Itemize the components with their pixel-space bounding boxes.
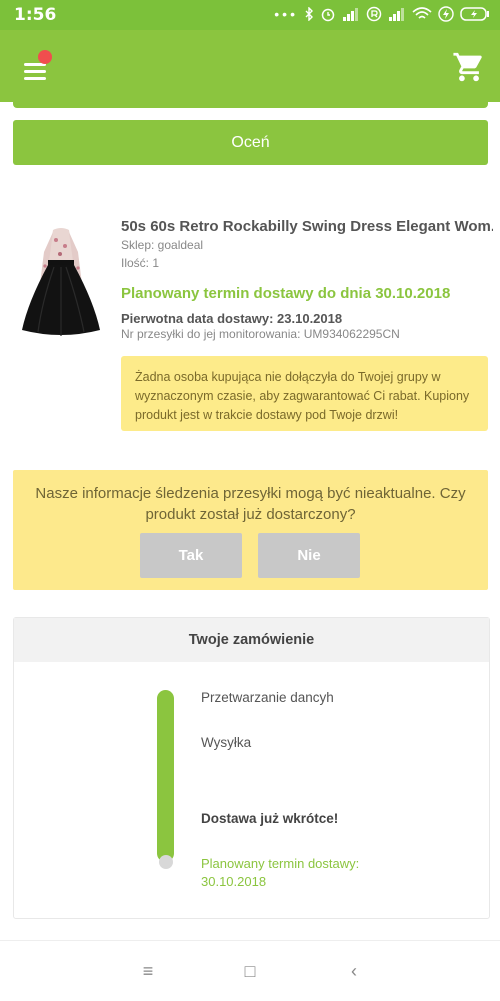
home-icon: □ bbox=[244, 961, 256, 981]
cart-button[interactable] bbox=[452, 50, 486, 84]
bluetooth-icon bbox=[305, 7, 313, 21]
menu-icon: ≡ bbox=[142, 961, 154, 981]
discount-info-text: Żadna osoba kupująca nie dołączyła do Tw… bbox=[135, 370, 470, 422]
product-title[interactable]: 50s 60s Retro Rockabilly Swing Dress Ele… bbox=[121, 218, 493, 235]
delivery-question-text: Nasze informacje śledzenia przesyłki mog… bbox=[35, 485, 466, 523]
registered-icon bbox=[366, 6, 382, 22]
wifi-icon bbox=[412, 7, 432, 19]
notification-dot bbox=[38, 50, 52, 64]
shop-name: Sklep: goaldeal bbox=[121, 238, 204, 252]
product-image[interactable] bbox=[20, 222, 102, 340]
timeline-progress bbox=[157, 690, 174, 862]
flash-icon bbox=[438, 6, 454, 22]
nav-menu-button[interactable]: ≡ bbox=[136, 959, 160, 983]
shopping-cart-icon bbox=[453, 52, 482, 82]
original-delivery-date: Pierwotna data dostawy: 23.10.2018 bbox=[121, 311, 343, 326]
status-time: 1:56 bbox=[14, 5, 57, 25]
quantity: Ilość: 1 bbox=[121, 256, 160, 270]
planned-delivery: Planowany termin dostawy do dnia 30.10.2… bbox=[121, 285, 451, 302]
discount-info-box: Żadna osoba kupująca nie dołączyła do Tw… bbox=[121, 356, 488, 431]
rate-button[interactable]: Oceń bbox=[13, 120, 488, 165]
battery-icon bbox=[460, 7, 489, 21]
menu-button[interactable] bbox=[18, 50, 58, 92]
timeline-step-delivery-soon: Dostawa już wkrótce! bbox=[201, 811, 339, 826]
nav-back-button[interactable]: ‹ bbox=[342, 959, 366, 983]
order-status-title: Twoje zamówienie bbox=[14, 618, 489, 662]
no-button[interactable]: Nie bbox=[258, 533, 360, 578]
previous-card-edge bbox=[13, 100, 488, 108]
app-bar bbox=[0, 30, 500, 102]
back-icon: ‹ bbox=[351, 961, 357, 981]
delivery-question-panel: Nasze informacje śledzenia przesyłki mog… bbox=[13, 470, 488, 590]
timeline-step-planned-date: Planowany termin dostawy: 30.10.2018 bbox=[201, 856, 360, 889]
timeline-step-processing: Przetwarzanie dancyh bbox=[201, 690, 334, 705]
signal-icon bbox=[343, 8, 358, 21]
alarm-icon bbox=[321, 8, 335, 22]
yes-button[interactable]: Tak bbox=[140, 533, 242, 578]
nav-home-button[interactable]: □ bbox=[238, 959, 262, 983]
system-nav-bar: ≡ □ ‹ bbox=[0, 940, 500, 1001]
status-icons: ••• bbox=[274, 6, 490, 22]
timeline-step-shipping: Wysyłka bbox=[201, 735, 252, 750]
signal-icon-2 bbox=[389, 8, 404, 21]
timeline-end-dot bbox=[159, 855, 173, 869]
dots-icon: ••• bbox=[274, 6, 298, 22]
tracking-number: Nr przesyłki do jej monitorowania: UM934… bbox=[121, 327, 400, 341]
status-bar: 1:56 ••• bbox=[0, 0, 500, 30]
order-status-card: Twoje zamówienie Przetwarzanie dancyh Wy… bbox=[13, 617, 490, 919]
